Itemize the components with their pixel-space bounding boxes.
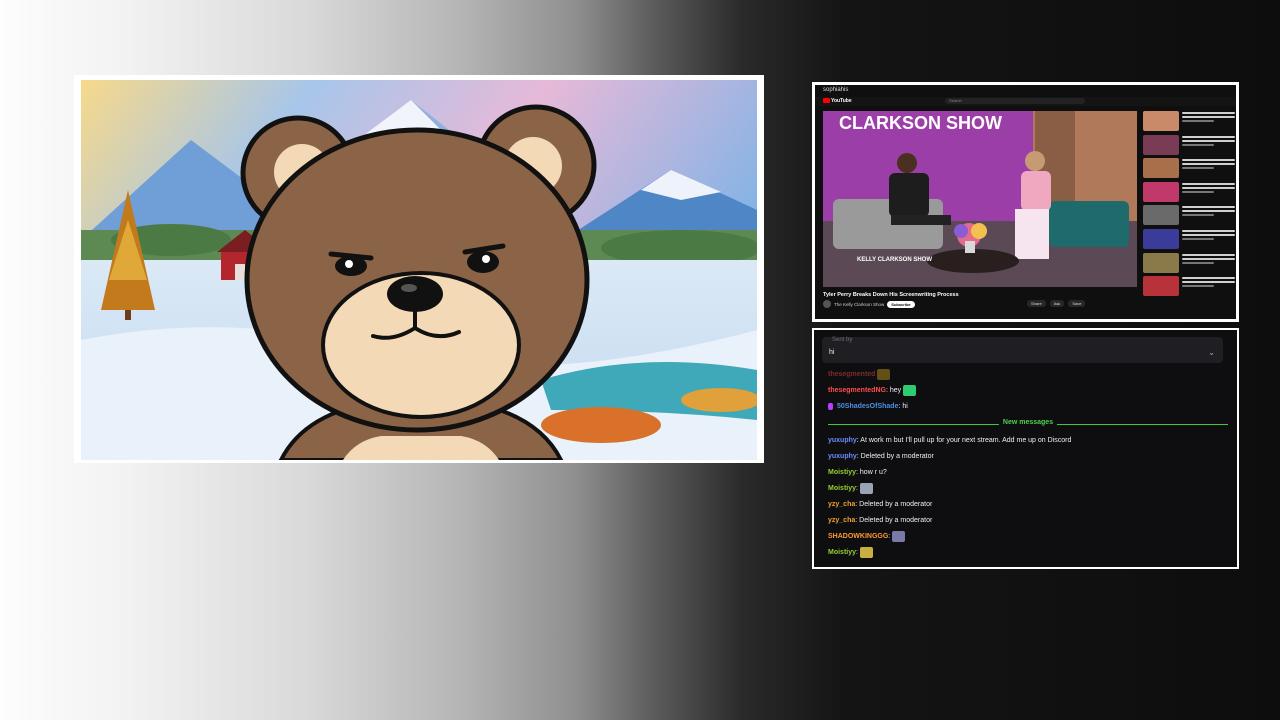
chat-message[interactable]: Moistiyy: how r u? [828, 465, 1228, 481]
chat-text: : [856, 485, 858, 492]
reply-input[interactable]: hi [829, 349, 834, 356]
video-actions: Share Ask Save [1027, 300, 1086, 307]
chat-username[interactable]: Moistiyy [828, 549, 856, 556]
chat-text: : [856, 549, 858, 556]
recommended-item[interactable] [1143, 158, 1235, 179]
recommended-item[interactable] [1143, 134, 1235, 156]
chat-message[interactable]: Moistiyy: [828, 481, 1228, 497]
recommended-item[interactable] [1143, 228, 1235, 250]
reply-context: Sent by [832, 337, 853, 343]
subscribe-button[interactable]: Subscribe [887, 300, 915, 308]
bear-nose [387, 276, 443, 312]
recommended-item[interactable] [1143, 111, 1235, 132]
chat-text: : [888, 533, 891, 540]
chat-text: : Deleted by a moderator [855, 517, 933, 524]
recommended-item[interactable] [1143, 181, 1235, 203]
chat-username[interactable]: SHADOWKINGGG [828, 533, 888, 540]
emote-icon [859, 546, 873, 558]
recommended-item[interactable] [1143, 205, 1235, 226]
video-title: Tyler Perry Breaks Down His Screenwritin… [823, 292, 959, 298]
chat-text: : how r u? [856, 469, 887, 476]
youtube-topbar: YouTube Search [815, 97, 1236, 106]
chat-text: : At work rn but I'll pull up for your n… [856, 437, 1072, 444]
chat-message-list: thesegmented thesegmentedNG: hey 50ShadesO… [828, 367, 1228, 561]
chat-username[interactable]: Moistiyy [828, 485, 856, 492]
user-badge-icon [828, 402, 833, 410]
chat-message[interactable]: 50ShadesOfShade: hi [828, 399, 1228, 415]
chat-panel: Sent by hi ⌄ thesegmented thesegmentedNG:… [812, 328, 1239, 569]
bear-scene [81, 80, 757, 460]
recommended-list [1143, 111, 1235, 311]
chat-username[interactable]: Moistiyy [828, 469, 856, 476]
chat-text: : Deleted by a moderator [856, 453, 934, 460]
youtube-panel: sophiahis YouTube Search CLARKSON SHOW K… [812, 82, 1239, 322]
emote-icon [892, 530, 906, 542]
recommended-item[interactable] [1143, 276, 1235, 297]
chat-message[interactable]: Moistiyy: [828, 545, 1228, 561]
recommended-item[interactable] [1143, 252, 1235, 274]
chat-username[interactable]: 50ShadesOfShade [837, 403, 898, 410]
chat-message[interactable]: SHADOWKINGGG: [828, 529, 1228, 545]
channel-row: The Kelly Clarkson Show Subscribe [823, 300, 915, 308]
chat-message[interactable]: yuxuphy: At work rn but I'll pull up for… [828, 433, 1228, 449]
chat-username[interactable]: yzy_cha [828, 517, 855, 524]
youtube-logo[interactable]: YouTube [823, 98, 852, 104]
new-messages-label: New messages [998, 419, 1058, 426]
youtube-play-icon [823, 98, 830, 104]
bear-camera-panel [74, 75, 764, 463]
channel-avatar[interactable] [823, 300, 831, 308]
chat-message[interactable]: thesegmentedNG: hey [828, 383, 1228, 399]
chevron-down-icon[interactable]: ⌄ [1208, 348, 1215, 357]
chat-username[interactable]: thesegmented [828, 371, 875, 378]
save-button[interactable]: Save [1068, 300, 1086, 307]
emote-icon [877, 368, 891, 380]
chat-username[interactable]: yuxuphy [828, 437, 857, 444]
show-logo: CLARKSON SHOW [839, 113, 1002, 133]
chat-message[interactable]: yzy_cha: Deleted by a moderator [828, 513, 1228, 529]
chat-message[interactable]: yuxuphy: Deleted by a moderator [828, 449, 1228, 465]
emote-icon [859, 482, 873, 494]
new-messages-divider: New messages [828, 417, 1228, 432]
chat-message[interactable]: yzy_cha: Deleted by a moderator [828, 497, 1228, 513]
chat-text: : Deleted by a moderator [855, 501, 933, 508]
chat-message[interactable]: thesegmented [828, 367, 1228, 383]
chat-username[interactable]: thesegmentedNG [828, 387, 886, 394]
chat-username[interactable]: yuxuphy [828, 453, 857, 460]
video-player[interactable]: CLARKSON SHOW KELLY CLARKSON SHOW [823, 111, 1137, 287]
source-label: sophiahis [823, 87, 849, 93]
reply-input-bar[interactable]: Sent by hi ⌄ [822, 337, 1223, 363]
chat-text: : hi [898, 403, 908, 410]
chat-text: : hey [885, 387, 902, 394]
channel-name[interactable]: The Kelly Clarkson Show [834, 302, 884, 307]
emote-icon [903, 384, 917, 396]
chat-username[interactable]: yzy_cha [828, 501, 855, 508]
ask-button[interactable]: Ask [1049, 300, 1065, 307]
share-button[interactable]: Share [1027, 300, 1046, 307]
youtube-search-input[interactable]: Search [945, 98, 1085, 104]
show-bug: KELLY CLARKSON SHOW [857, 257, 932, 263]
